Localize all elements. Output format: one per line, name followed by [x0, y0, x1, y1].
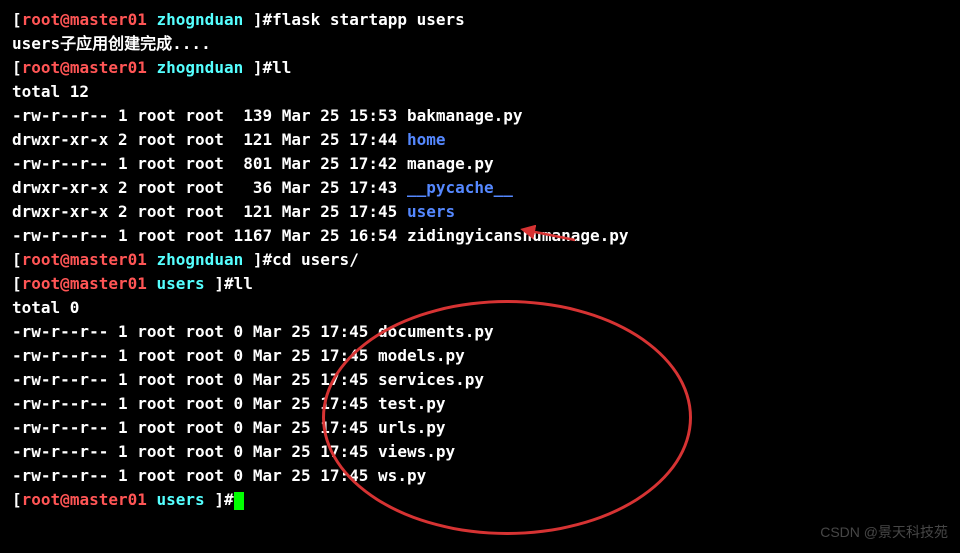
file-listing: -rw-r--r-- 1 root root 139 Mar 25 15:53 …: [12, 104, 948, 248]
prompt-dir: zhognduan: [157, 10, 244, 29]
file-name: home: [407, 130, 446, 149]
file-row: -rw-r--r-- 1 root root 139 Mar 25 15:53 …: [12, 104, 948, 128]
file-listing: -rw-r--r-- 1 root root 0 Mar 25 17:45 do…: [12, 320, 948, 488]
command-text: ll: [272, 58, 291, 77]
file-row: -rw-r--r-- 1 root root 801 Mar 25 17:42 …: [12, 152, 948, 176]
file-name: test.py: [378, 394, 445, 413]
prompt-host: master01: [70, 58, 147, 77]
file-name: models.py: [378, 346, 465, 365]
file-row: -rw-r--r-- 1 root root 0 Mar 25 17:45 te…: [12, 392, 948, 416]
file-name: ws.py: [378, 466, 426, 485]
file-row: -rw-r--r-- 1 root root 0 Mar 25 17:45 ur…: [12, 416, 948, 440]
prompt-line: [root@master01 zhognduan ]#flask startap…: [12, 8, 948, 32]
file-name: urls.py: [378, 418, 445, 437]
prompt-host: master01: [70, 10, 147, 29]
prompt-line: [root@master01 zhognduan ]#cd users/: [12, 248, 948, 272]
file-name: views.py: [378, 442, 455, 461]
file-name: zidingyicanshumanage.py: [407, 226, 629, 245]
prompt-line: [root@master01 zhognduan ]#ll: [12, 56, 948, 80]
file-name: bakmanage.py: [407, 106, 523, 125]
command-text: flask startapp users: [272, 10, 465, 29]
prompt-host: master01: [70, 490, 147, 509]
file-name: users: [407, 202, 455, 221]
file-row: drwxr-xr-x 2 root root 121 Mar 25 17:44 …: [12, 128, 948, 152]
prompt-host: master01: [70, 250, 147, 269]
file-row: drwxr-xr-x 2 root root 36 Mar 25 17:43 _…: [12, 176, 948, 200]
command-text: cd users/: [272, 250, 359, 269]
file-row: -rw-r--r-- 1 root root 0 Mar 25 17:45 do…: [12, 320, 948, 344]
prompt-user: root: [22, 10, 61, 29]
file-name: __pycache__: [407, 178, 513, 197]
file-row: -rw-r--r-- 1 root root 0 Mar 25 17:45 ws…: [12, 464, 948, 488]
file-row: drwxr-xr-x 2 root root 121 Mar 25 17:45 …: [12, 200, 948, 224]
file-name: documents.py: [378, 322, 494, 341]
terminal-output: [root@master01 zhognduan ]#flask startap…: [12, 8, 948, 512]
total-line: total 0: [12, 296, 948, 320]
prompt-user: root: [22, 274, 61, 293]
file-row: -rw-r--r-- 1 root root 0 Mar 25 17:45 vi…: [12, 440, 948, 464]
prompt-user: root: [22, 250, 61, 269]
prompt-host: master01: [70, 274, 147, 293]
watermark: CSDN @景天科技苑: [820, 522, 948, 543]
prompt-user: root: [22, 58, 61, 77]
file-row: -rw-r--r-- 1 root root 0 Mar 25 17:45 se…: [12, 368, 948, 392]
file-name: services.py: [378, 370, 484, 389]
prompt-line[interactable]: [root@master01 users ]#: [12, 488, 948, 512]
prompt-dir: zhognduan: [157, 58, 244, 77]
cursor: [234, 492, 244, 510]
file-name: manage.py: [407, 154, 494, 173]
file-row: -rw-r--r-- 1 root root 1167 Mar 25 16:54…: [12, 224, 948, 248]
output-line: users子应用创建完成....: [12, 32, 948, 56]
prompt-dir: users: [157, 274, 205, 293]
command-text: ll: [234, 274, 253, 293]
total-line: total 12: [12, 80, 948, 104]
prompt-line: [root@master01 users ]#ll: [12, 272, 948, 296]
prompt-user: root: [22, 490, 61, 509]
prompt-dir: users: [157, 490, 205, 509]
prompt-dir: zhognduan: [157, 250, 244, 269]
file-row: -rw-r--r-- 1 root root 0 Mar 25 17:45 mo…: [12, 344, 948, 368]
